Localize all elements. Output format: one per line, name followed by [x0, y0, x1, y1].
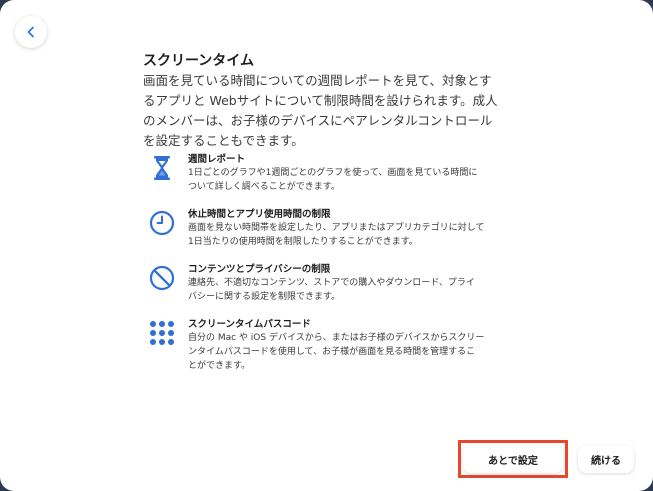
feature-body-line: 画面を見ない時間帯を設定したり、アプリまたはアプリカテゴリに対して — [188, 223, 485, 233]
back-button[interactable] — [15, 16, 47, 48]
clock-icon — [149, 208, 175, 238]
description-line: のメンバーは、お子様のデバイスにペアレンタルコントロール — [143, 113, 493, 128]
prohibited-icon — [149, 263, 175, 293]
hourglass-icon — [149, 153, 175, 183]
feature-body-line: 1日ごとのグラフや1週間ごとのグラフを使って、画面を見ている時間に — [188, 168, 478, 178]
page-title: スクリーンタイム — [143, 53, 255, 69]
feature-heading: スクリーンタイムパスコード — [188, 319, 311, 330]
description-line: るアプリと Webサイトについて制限時間を設けられます。成人 — [143, 93, 498, 108]
feature-heading: 休止時間とアプリ使用時間の制限 — [188, 209, 331, 220]
feature-body-line: 自分の Mac や iOS デバイスから、またはお子様のデバイスからスクリー — [188, 333, 485, 343]
feature-body-line: 1日当たりの使用時間を制限したりすることができます。 — [188, 237, 418, 247]
keypad-icon — [149, 318, 175, 348]
feature-body-line: とができます。 — [188, 361, 251, 371]
continue-button[interactable]: 続ける — [578, 445, 634, 473]
setup-window: スクリーンタイム 画面を見ている時間についての週間レポートを見て、対象とす るア… — [0, 0, 653, 491]
feature-body-line: ついて詳しく調べることができます。 — [188, 182, 340, 192]
description-line: を設定することもできます。 — [143, 133, 304, 148]
feature-body-line: バシーに関する設定を制限できます。 — [188, 292, 341, 302]
page-description: 画面を見ている時間についての週間レポートを見て、対象とす るアプリと Webサイ… — [143, 71, 498, 151]
feature-body-line: ンタイムパスコードを使用して、お子様が画面を見る時間を管理するこ — [188, 347, 476, 357]
set-up-later-button[interactable]: あとで設定 — [463, 445, 563, 473]
chevron-left-icon — [25, 23, 37, 42]
description-line: 画面を見ている時間についての週間レポートを見て、対象とす — [143, 73, 492, 88]
feature-body-line: 連絡先、不適切なコンテンツ、ストアでの購入やダウンロード、プライ — [188, 278, 475, 288]
feature-heading: 週間レポート — [188, 154, 246, 165]
feature-heading: コンテンツとプライバシーの制限 — [188, 264, 331, 275]
